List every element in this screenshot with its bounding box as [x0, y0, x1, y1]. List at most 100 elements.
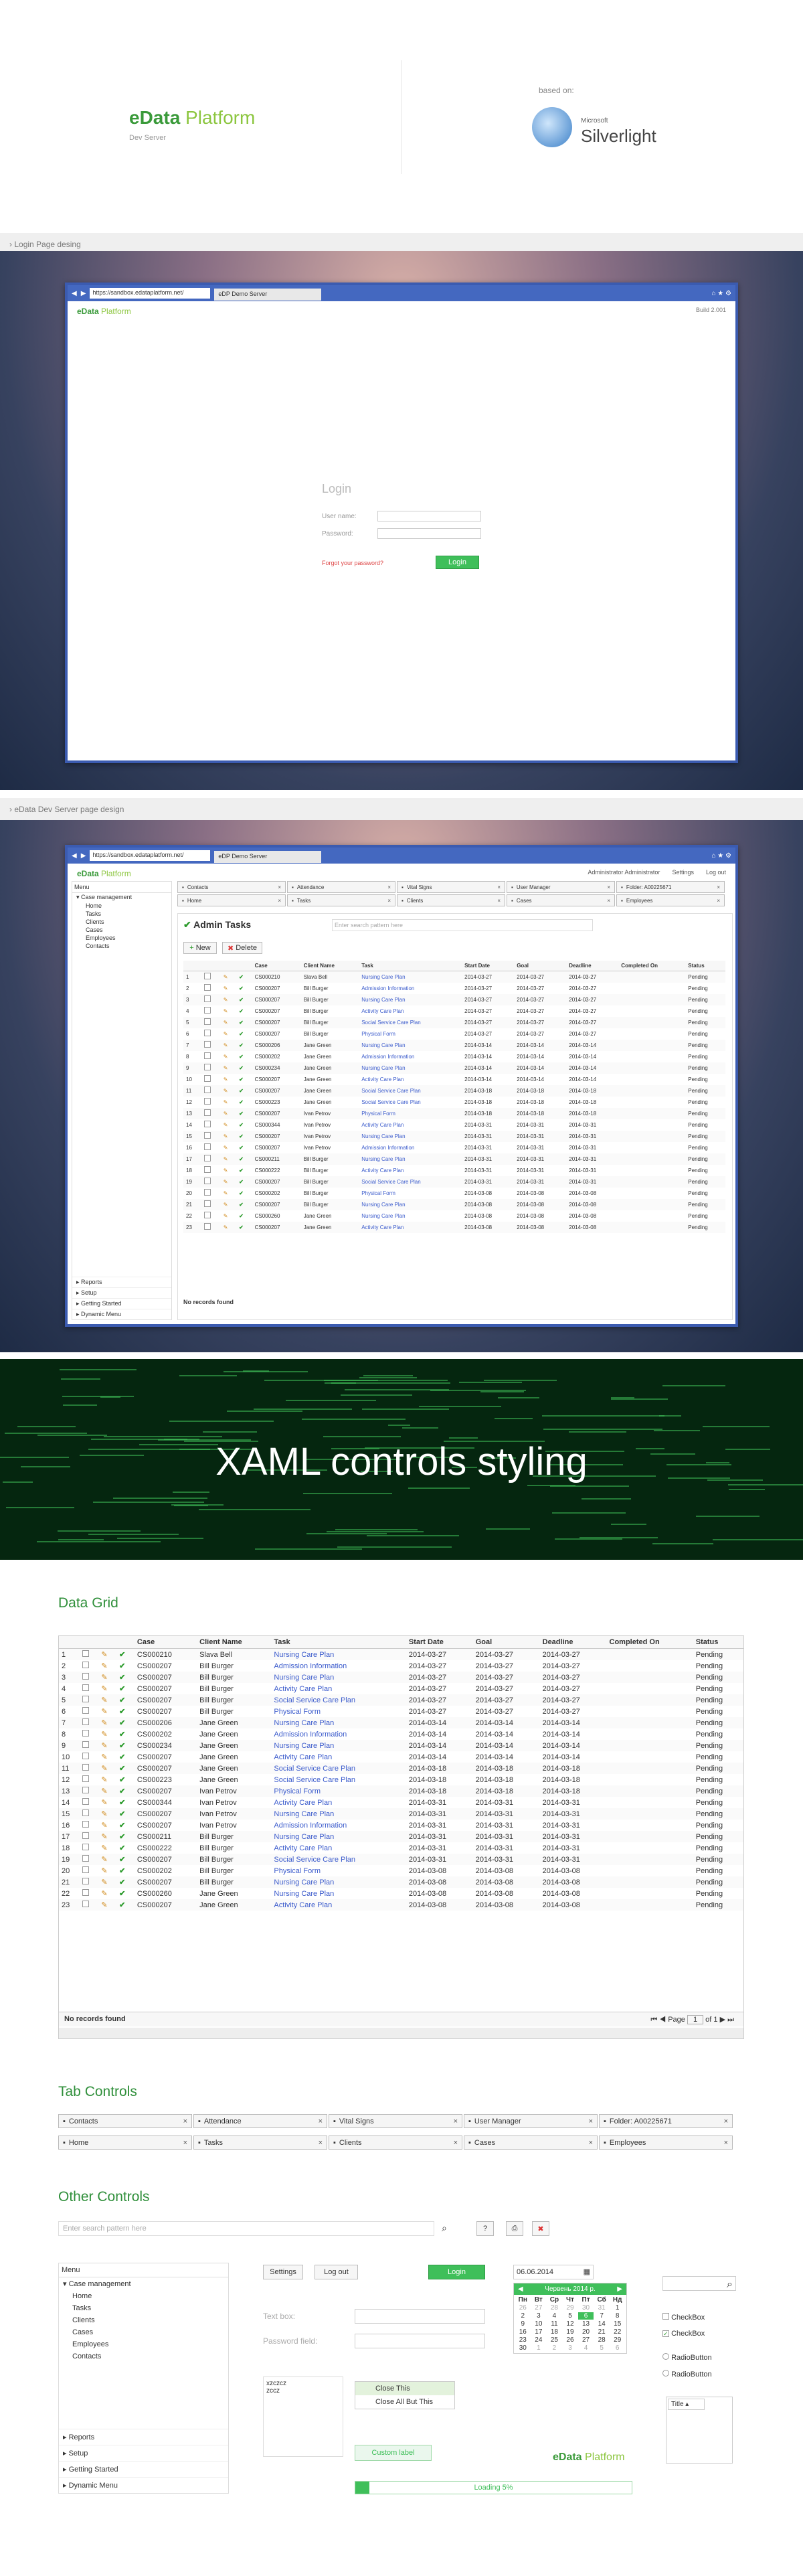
tab-item[interactable]: ▪ User Manager × [464, 2114, 598, 2128]
row-checkbox[interactable] [82, 1901, 90, 1907]
complete-icon[interactable]: ✔ [236, 1097, 252, 1108]
grid-cell[interactable]: Nursing Care Plan [359, 1039, 462, 1051]
calendar-day[interactable]: 21 [594, 2328, 610, 2336]
complete-icon[interactable]: ✔ [116, 1763, 135, 1774]
row-checkbox[interactable] [82, 1844, 90, 1850]
tab-item[interactable]: ▪ Folder: A00225671 × [616, 881, 725, 893]
column-header[interactable] [80, 1636, 99, 1649]
radio-1[interactable]: RadioButton [662, 2353, 712, 2362]
complete-icon[interactable]: ✔ [236, 1198, 252, 1210]
tab-item[interactable]: ▪ Vital Signs × [329, 2114, 462, 2128]
column-header[interactable]: Completed On [606, 1636, 693, 1649]
row-checkbox[interactable] [203, 1086, 211, 1093]
calendar-icon[interactable]: ▦ [584, 2267, 590, 2276]
grid-cell[interactable]: Admission Information [359, 983, 462, 994]
close-icon[interactable]: × [183, 2139, 187, 2147]
calendar-day[interactable]: 8 [610, 2312, 625, 2320]
edit-icon[interactable]: ✎ [98, 1694, 117, 1706]
edit-icon[interactable]: ✎ [98, 1728, 116, 1740]
calendar-day[interactable]: 30 [578, 2304, 594, 2312]
calendar-day[interactable]: 27 [578, 2336, 594, 2344]
grid-cell[interactable]: Activity Care Plan [359, 1165, 462, 1176]
search-input[interactable]: Enter search pattern here [332, 919, 593, 931]
row-checkbox[interactable] [203, 1212, 211, 1218]
table-row[interactable]: 21 ✎ ✔ CS000207 Bill Burger Nursing Care Plan… [183, 1198, 725, 1210]
row-checkbox[interactable] [203, 1052, 211, 1059]
close-icon[interactable]: × [589, 2117, 593, 2125]
close-icon[interactable]: × [607, 884, 610, 890]
edit-icon[interactable]: ✎ [221, 1051, 236, 1062]
grid-cell[interactable]: Nursing Care Plan [271, 1876, 406, 1888]
close-icon[interactable]: × [387, 884, 391, 890]
radio-circle[interactable] [662, 2370, 669, 2377]
column-header[interactable]: Client Name [197, 1636, 272, 1649]
row-checkbox[interactable] [82, 1650, 90, 1657]
grid-cell[interactable]: Nursing Care Plan [271, 1740, 406, 1751]
complete-icon[interactable]: ✔ [236, 1210, 252, 1222]
back-icon[interactable]: ◀ [72, 852, 77, 860]
tab-item[interactable]: ▪ Tasks × [193, 2136, 327, 2150]
column-header[interactable]: Task [271, 1636, 406, 1649]
grid-cell[interactable]: Social Service Care Plan [359, 1097, 462, 1108]
complete-icon[interactable]: ✔ [116, 1672, 135, 1683]
table-row[interactable]: 23 ✎ ✔ CS000207 Jane Green Activity Care Plan… [59, 1899, 743, 1911]
grid-cell[interactable]: Social Service Care Plan [359, 1016, 462, 1028]
edit-icon[interactable]: ✎ [98, 1751, 116, 1763]
grid-cell[interactable]: Social Service Care Plan [271, 1774, 406, 1785]
complete-icon[interactable]: ✔ [116, 1808, 135, 1820]
prev-month-icon[interactable]: ◀ [518, 2285, 523, 2293]
row-checkbox[interactable] [203, 1018, 211, 1025]
grid-cell[interactable]: Social Service Care Plan [271, 1694, 406, 1706]
calendar-day[interactable]: 6 [578, 2312, 594, 2320]
sidebar-bottom-item[interactable]: ▸ Dynamic Menu [72, 1309, 171, 1319]
grid-cell[interactable]: Activity Care Plan [359, 1221, 462, 1233]
grid-cell[interactable]: Social Service Care Plan [359, 1176, 462, 1188]
calendar-day[interactable]: 2 [515, 2312, 531, 2320]
grid-cell[interactable]: Physical Form [271, 1865, 406, 1876]
sidebar-bottom-item[interactable]: ▸ Getting Started [72, 1298, 171, 1309]
close-icon[interactable]: × [724, 2117, 728, 2125]
calendar-day[interactable]: 28 [594, 2336, 610, 2344]
pager[interactable]: ⏮ ◀ Page 1 of 1 ▶ ⏭ [650, 2015, 734, 2024]
edit-icon[interactable]: ✎ [98, 1899, 117, 1911]
grid-cell[interactable]: Nursing Care Plan [359, 993, 462, 1005]
calendar-day[interactable]: 26 [563, 2336, 578, 2344]
column-header[interactable]: Goal [514, 961, 567, 971]
complete-icon[interactable]: ✔ [116, 1820, 135, 1831]
row-checkbox[interactable] [203, 1178, 211, 1184]
complete-icon[interactable]: ✔ [116, 1854, 135, 1865]
complete-icon[interactable]: ✔ [116, 1706, 135, 1717]
sidebar-bottom-item[interactable]: ▸ Setup [72, 1287, 171, 1298]
complete-icon[interactable]: ✔ [116, 1876, 135, 1888]
row-checkbox[interactable] [82, 1707, 90, 1714]
row-checkbox[interactable] [82, 1855, 90, 1862]
row-checkbox[interactable] [203, 1143, 211, 1150]
calendar-day[interactable]: 19 [563, 2328, 578, 2336]
table-row[interactable]: 16 ✎ ✔ CS000207 Ivan Petrov Admission Informa… [59, 1820, 743, 1831]
edit-icon[interactable]: ✎ [220, 1153, 237, 1165]
sidebar-item[interactable]: Tasks [59, 2302, 228, 2314]
calendar-day[interactable]: 3 [531, 2312, 547, 2320]
grid-cell[interactable]: Social Service Care Plan [359, 1084, 462, 1097]
grid-cell[interactable]: Physical Form [271, 1706, 406, 1717]
table-row[interactable]: 15 ✎ ✔ CS000207 Ivan Petrov Nursing Care Plan… [59, 1808, 743, 1820]
row-checkbox[interactable] [203, 1121, 211, 1127]
grid-cell[interactable]: Activity Care Plan [271, 1751, 406, 1763]
table-row[interactable]: 10 ✎ ✔ CS000207 Jane Green Activity Care Plan… [59, 1751, 743, 1763]
complete-icon[interactable]: ✔ [116, 1865, 135, 1876]
forgot-password-link[interactable]: Forgot your password? [322, 560, 383, 566]
table-row[interactable]: 4 ✎ ✔ CS000207 Bill Burger Activity Care Plan… [183, 1005, 725, 1017]
sidebar-item[interactable]: Cases [72, 926, 171, 934]
grid-cell[interactable]: Social Service Care Plan [271, 1854, 406, 1865]
sidebar-bottom-item[interactable]: ▸ Reports [72, 1277, 171, 1287]
grid-cell[interactable]: Admission Information [271, 1728, 406, 1740]
table-row[interactable]: 20 ✎ ✔ CS000202 Bill Burger Physical Form 2014… [59, 1865, 743, 1876]
complete-icon[interactable]: ✔ [236, 1028, 252, 1040]
edit-icon[interactable]: ✎ [220, 1221, 237, 1233]
back-icon[interactable]: ◀ [72, 290, 77, 297]
textbox-input[interactable] [355, 2309, 485, 2324]
complete-icon[interactable]: ✔ [236, 1016, 252, 1028]
row-checkbox[interactable] [82, 1684, 90, 1691]
table-row[interactable]: 6 ✎ ✔ CS000207 Bill Burger Physical Form 2014-… [59, 1706, 743, 1717]
tab-item[interactable]: ▪ Employees × [616, 894, 725, 906]
